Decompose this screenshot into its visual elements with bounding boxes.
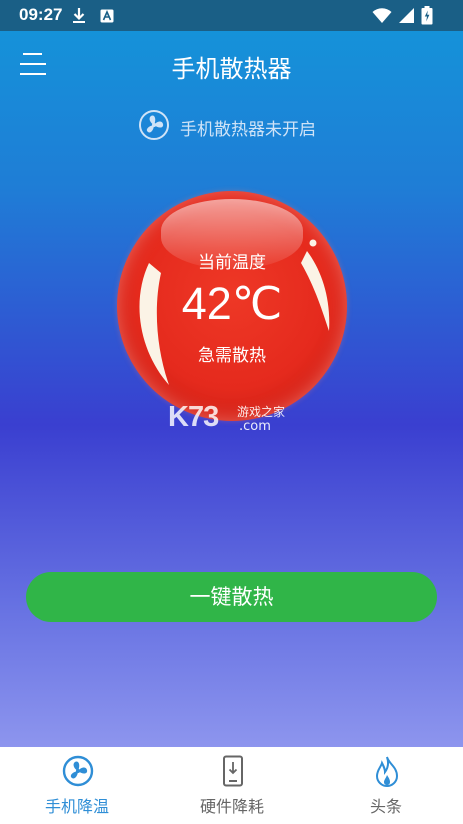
- battery-icon: [421, 6, 433, 29]
- temperature-ball: 当前温度 42℃ 急需散热: [117, 191, 347, 421]
- watermark-logo: K73: [168, 401, 219, 433]
- tab-label: 手机降温: [44, 797, 109, 816]
- tab-phone-cooling[interactable]: 手机降温: [0, 747, 154, 824]
- tab-headlines[interactable]: 头条: [309, 747, 463, 824]
- status-time: 09:27: [19, 5, 63, 24]
- fan-status: 手机散热器未开启: [138, 109, 316, 145]
- tab-hardware-saving[interactable]: 硬件降耗: [155, 747, 309, 824]
- phone-icon: [217, 755, 249, 787]
- status-icons: [372, 6, 433, 29]
- fan-icon: [62, 755, 94, 787]
- a-icon: [100, 8, 114, 27]
- temperature-label: 当前温度: [198, 253, 266, 273]
- temperature-value: 42℃: [181, 278, 283, 329]
- flame-icon: [371, 755, 403, 788]
- watermark-tagline: 游戏之家: [237, 405, 286, 419]
- fan-status-text: 手机散热器未开启: [180, 119, 316, 140]
- tab-label: 头条: [369, 797, 402, 816]
- wifi-icon: [372, 7, 392, 28]
- fan-icon: [138, 109, 170, 145]
- tab-label: 硬件降耗: [199, 797, 264, 816]
- page-title: 手机散热器: [171, 55, 292, 83]
- app-screen: 09:27 手机散热器 手机散热器未开启 当前温度 42℃ 急需散热 K73 游…: [0, 0, 463, 824]
- temperature-state: 急需散热: [198, 346, 266, 366]
- watermark-domain: .com: [239, 419, 271, 434]
- one-click-cool-button[interactable]: 一键散热: [26, 572, 437, 622]
- signal-icon: [398, 7, 415, 28]
- bottom-tab-bar: 手机降温 硬件降耗 头条: [0, 747, 463, 824]
- status-bar: 09:27: [0, 0, 463, 31]
- main-panel: 手机散热器 手机散热器未开启 当前温度 42℃ 急需散热 K73 游戏之家 .c…: [0, 31, 463, 747]
- download-icon: [72, 7, 86, 28]
